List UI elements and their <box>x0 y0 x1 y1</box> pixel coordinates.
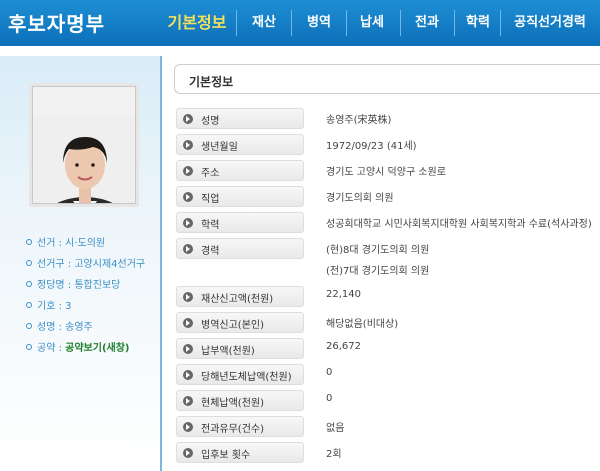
info-pledge: 공약 : 공약보기(새창) <box>26 339 129 354</box>
arrow-circle-icon <box>183 292 193 302</box>
row-candidacy-count: 입후보 횟수 2회 <box>174 442 600 464</box>
row-label: 경력 <box>176 238 304 259</box>
info-name: 성명 : 송영주 <box>26 318 93 333</box>
row-occupation: 직업 경기도의회 의원 <box>174 186 600 208</box>
arrow-circle-icon <box>183 140 193 150</box>
row-birthdate: 생년월일 1972/09/23 (41세) <box>174 134 600 156</box>
arrow-circle-icon <box>183 244 193 254</box>
arrow-circle-icon <box>183 166 193 176</box>
tab-education[interactable]: 학력 <box>456 0 500 46</box>
candidate-photo <box>32 86 136 204</box>
row-label: 병역신고(본인) <box>176 312 304 333</box>
row-label: 생년월일 <box>176 134 304 155</box>
row-value: 송영주(宋英株) <box>326 115 392 126</box>
top-header: 후보자명부 기본정보 재산 병역 납세 전과 학력 공직선거경력 <box>0 0 600 46</box>
bullet-icon <box>26 323 32 329</box>
info-party: 정당명 : 통합진보당 <box>26 276 120 291</box>
row-value: 성공회대학교 시민사회복지대학원 사회복지학과 수료(석사과정) <box>326 219 592 230</box>
main-content: 기본정보 성명 송영주(宋英株) 생년월일 1972/09/23 (41세) 주… <box>174 56 600 471</box>
row-label: 전과유무(건수) <box>176 416 304 437</box>
row-value: 없음 <box>326 423 345 434</box>
portrait-image <box>33 115 135 203</box>
candidate-sidebar: 선거 : 시·도의원 선거구 : 고양시제4선거구 정당명 : 통합진보당 기호… <box>0 56 162 471</box>
row-label: 학력 <box>176 212 304 233</box>
row-military: 병역신고(본인) 해당없음(비대상) <box>174 312 600 334</box>
arrow-circle-icon <box>183 370 193 380</box>
tab-election-career[interactable]: 공직선거경력 <box>502 0 598 46</box>
row-label: 납부액(천원) <box>176 338 304 359</box>
info-number: 기호 : 3 <box>26 297 72 312</box>
arrow-circle-icon <box>183 448 193 458</box>
arrow-circle-icon <box>183 396 193 406</box>
row-value: 1972/09/23 (41세) <box>326 141 417 152</box>
app-title: 후보자명부 <box>8 12 105 36</box>
row-label: 현체납액(천원) <box>176 390 304 411</box>
tab-tax[interactable]: 납세 <box>348 0 396 46</box>
bullet-icon <box>26 344 32 350</box>
nav-separator <box>454 10 455 36</box>
nav-separator <box>400 10 401 36</box>
row-tax-arrears-year: 당해년도체납액(천원) 0 <box>174 364 600 386</box>
info-district: 선거구 : 고양시제4선거구 <box>26 255 145 270</box>
section-title: 기본정보 <box>189 75 234 89</box>
row-value: 해당없음(비대상) <box>326 319 399 330</box>
row-label: 성명 <box>176 108 304 129</box>
row-label: 재산신고액(천원) <box>176 286 304 307</box>
tab-basic-info[interactable]: 기본정보 <box>160 0 234 46</box>
arrow-circle-icon <box>183 218 193 228</box>
row-value: 경기도 고양시 덕양구 소원로 <box>326 167 446 178</box>
nav-separator <box>346 10 347 36</box>
bullet-icon <box>26 281 32 287</box>
tab-property[interactable]: 재산 <box>240 0 288 46</box>
row-label: 입후보 횟수 <box>176 442 304 463</box>
row-value: 26,672 <box>326 341 361 352</box>
row-criminal-record: 전과유무(건수) 없음 <box>174 416 600 438</box>
row-value: (현)8대 경기도의회 의원 <box>326 245 430 256</box>
row-label: 직업 <box>176 186 304 207</box>
row-name: 성명 송영주(宋英株) <box>174 108 600 130</box>
arrow-circle-icon <box>183 192 193 202</box>
row-label: 주소 <box>176 160 304 181</box>
tab-military[interactable]: 병역 <box>294 0 344 46</box>
row-value: (전)7대 경기도의회 의원 <box>326 266 430 277</box>
bullet-icon <box>26 260 32 266</box>
pledge-link[interactable]: 공약보기(새창) <box>65 343 129 354</box>
row-tax-arrears-current: 현체납액(천원) 0 <box>174 390 600 412</box>
row-career: 경력 (현)8대 경기도의회 의원 (전)7대 경기도의회 의원 <box>174 238 600 282</box>
row-education: 학력 성공회대학교 시민사회복지대학원 사회복지학과 수료(석사과정) <box>174 212 600 234</box>
info-election: 선거 : 시·도의원 <box>26 234 105 249</box>
row-property: 재산신고액(천원) 22,140 <box>174 286 600 308</box>
bullet-icon <box>26 239 32 245</box>
row-value: 2회 <box>326 449 342 460</box>
arrow-circle-icon <box>183 114 193 124</box>
section-header: 기본정보 <box>174 64 600 94</box>
row-tax-paid: 납부액(천원) 26,672 <box>174 338 600 360</box>
bullet-icon <box>26 302 32 308</box>
row-value: 22,140 <box>326 289 361 300</box>
arrow-circle-icon <box>183 318 193 328</box>
nav-separator <box>236 10 237 36</box>
arrow-circle-icon <box>183 422 193 432</box>
row-address: 주소 경기도 고양시 덕양구 소원로 <box>174 160 600 182</box>
tab-criminal-record[interactable]: 전과 <box>402 0 452 46</box>
row-value: 0 <box>326 367 333 378</box>
row-value: 0 <box>326 393 333 404</box>
row-label: 당해년도체납액(천원) <box>176 364 304 385</box>
row-value: 경기도의회 의원 <box>326 193 394 204</box>
arrow-circle-icon <box>183 344 193 354</box>
nav-separator <box>500 10 501 36</box>
nav-separator <box>291 10 292 36</box>
